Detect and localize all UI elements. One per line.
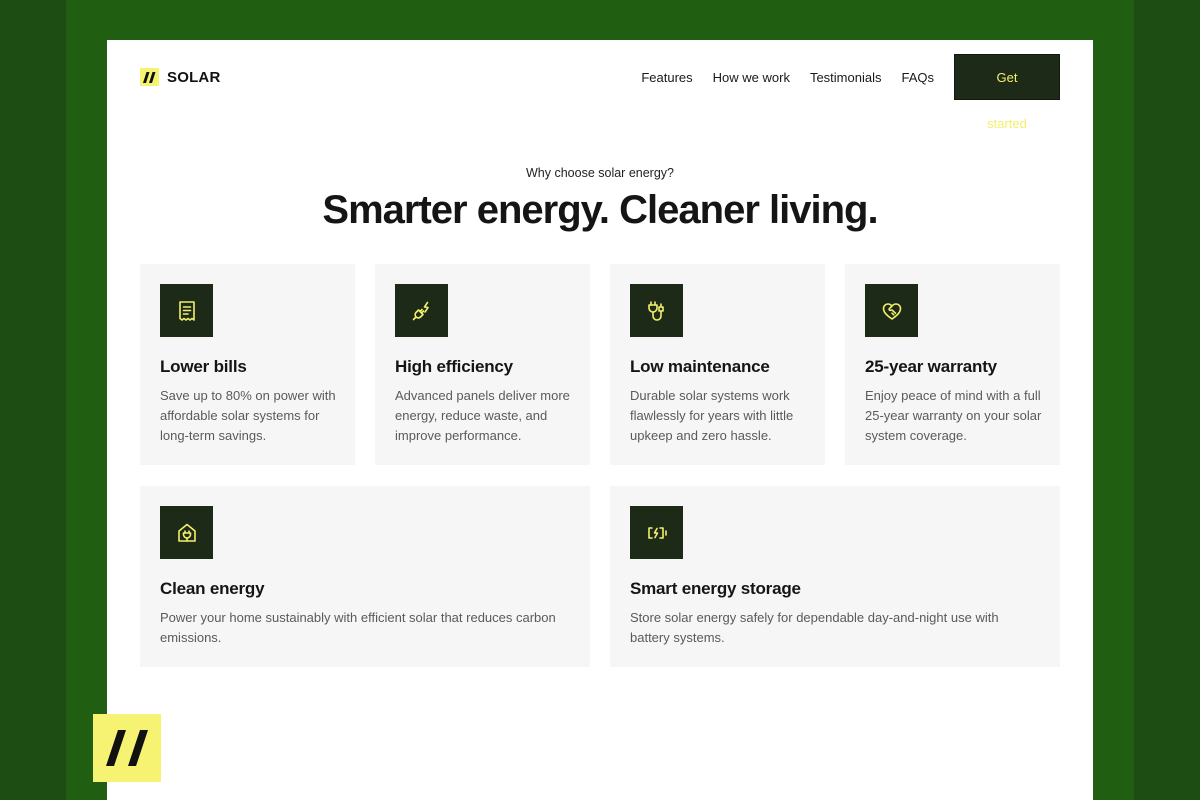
feature-title: 25-year warranty xyxy=(865,357,997,376)
feature-description: Durable solar systems work flawlessly fo… xyxy=(630,388,794,443)
nav-link-testimonials[interactable]: Testimonials xyxy=(810,70,882,85)
brand-badge-slash-icon xyxy=(93,714,161,782)
brand-name: SOLAR xyxy=(167,68,221,86)
section-title: Smarter energy. Cleaner living. xyxy=(322,188,878,232)
home-plug-icon xyxy=(160,506,213,559)
feature-card-high-efficiency: High efficiency Advanced panels deliver … xyxy=(375,264,590,465)
feature-title: Clean energy xyxy=(160,579,265,598)
feature-title: Smart energy storage xyxy=(630,579,801,598)
plug-bolt-icon xyxy=(395,284,448,337)
heart-handshake-icon xyxy=(865,284,918,337)
battery-charging-icon xyxy=(630,506,683,559)
feature-card-low-maintenance: Low maintenance Durable solar systems wo… xyxy=(610,264,825,465)
main-nav: Features How we work Testimonials FAQs G… xyxy=(641,54,1060,131)
feature-title: Lower bills xyxy=(160,357,247,376)
feature-description: Save up to 80% on power with affordable … xyxy=(160,388,336,443)
feature-description: Power your home sustainably with efficie… xyxy=(160,610,556,645)
feature-description: Advanced panels deliver more energy, red… xyxy=(395,388,570,443)
feature-card-lower-bills: Lower bills Save up to 80% on power with… xyxy=(140,264,355,465)
plug-cable-icon xyxy=(630,284,683,337)
feature-description: Store solar energy safely for dependable… xyxy=(630,610,999,645)
feature-card-clean-energy: Clean energy Power your home sustainably… xyxy=(140,486,590,667)
nav-link-features[interactable]: Features xyxy=(641,70,692,85)
site-header: SOLAR Features How we work Testimonials … xyxy=(140,53,1060,131)
feature-title: High efficiency xyxy=(395,357,513,376)
brand-slash-icon xyxy=(140,68,159,86)
feature-description: Enjoy peace of mind with a full 25-year … xyxy=(865,388,1042,443)
brand-logo[interactable]: SOLAR xyxy=(140,68,221,86)
feature-title: Low maintenance xyxy=(630,357,770,376)
receipt-icon xyxy=(160,284,213,337)
feature-card-warranty: 25-year warranty Enjoy peace of mind wit… xyxy=(845,264,1060,465)
landing-page: SOLAR Features How we work Testimonials … xyxy=(107,40,1093,800)
section-eyebrow: Why choose solar energy? xyxy=(526,166,674,180)
feature-card-energy-storage: Smart energy storage Store solar energy … xyxy=(610,486,1060,667)
get-started-button[interactable]: Get started xyxy=(954,54,1060,131)
nav-link-faqs[interactable]: FAQs xyxy=(901,70,934,85)
nav-link-how-we-work[interactable]: How we work xyxy=(713,70,790,85)
